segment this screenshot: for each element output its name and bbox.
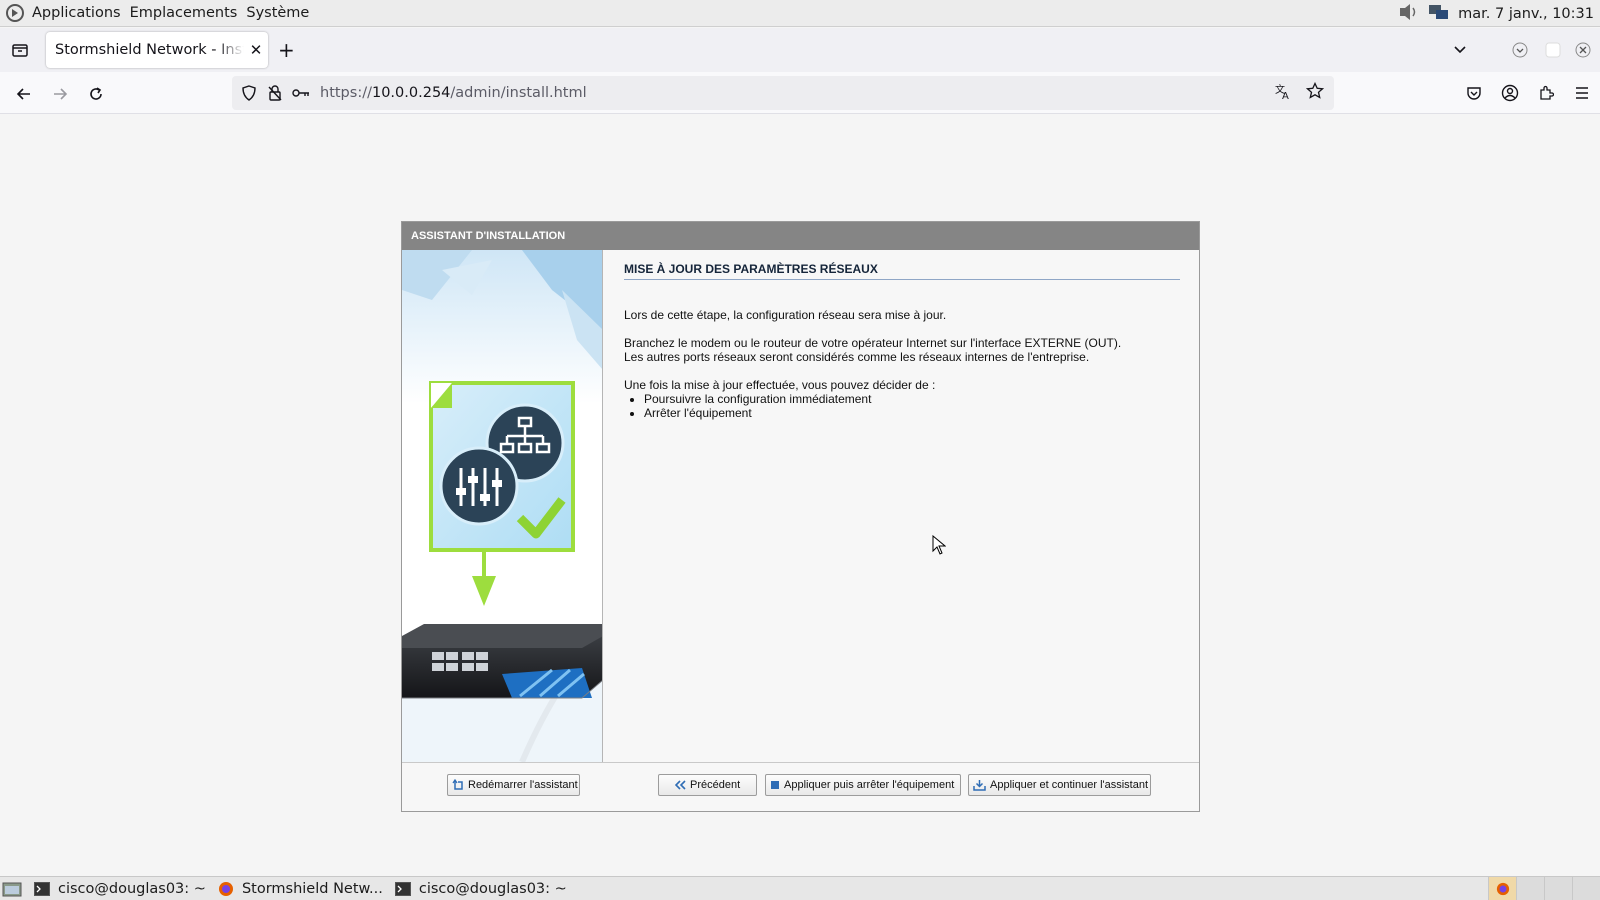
options-intro: Une fois la mise à jour effectuée, vous … <box>624 378 936 392</box>
hamburger-menu-icon[interactable] <box>1564 72 1600 114</box>
apply-and-continue-label: Appliquer et continuer l'assistant <box>990 779 1149 791</box>
intro-text: Lors de cette étape, la configuration ré… <box>624 308 947 322</box>
close-tab-icon[interactable]: ✕ <box>244 41 268 59</box>
url-path: /admin/install.html <box>450 85 587 101</box>
bottom-taskbar: cisco@douglas03: ~ Stormshield Netw... c… <box>0 876 1600 900</box>
workspace-3[interactable] <box>1544 877 1572 900</box>
workspace-1-firefox-icon[interactable] <box>1488 877 1516 900</box>
tab-title: Stormshield Network - Installation <box>55 42 244 58</box>
taskbar-item-terminal-1[interactable]: cisco@douglas03: ~ <box>28 877 212 900</box>
url-text[interactable]: https://10.0.0.254/admin/install.html <box>320 85 587 101</box>
double-chevron-left-icon <box>675 780 686 790</box>
show-desktop-icon[interactable] <box>0 877 28 900</box>
maximize-window-icon[interactable] <box>1540 42 1566 58</box>
wizard-side-illustration <box>402 250 603 762</box>
volume-icon[interactable] <box>1398 3 1420 25</box>
forward-arrow-icon[interactable] <box>46 80 74 108</box>
insecure-lock-icon[interactable] <box>262 76 288 110</box>
list-item: Poursuivre la configuration immédiatemen… <box>644 392 1179 406</box>
url-scheme: https:// <box>320 85 372 101</box>
pocket-icon[interactable] <box>1456 72 1492 114</box>
connection-instructions: Branchez le modem ou le routeur de votre… <box>624 336 1179 364</box>
debian-logo-icon[interactable] <box>4 2 26 24</box>
menu-places[interactable]: Emplacements <box>130 5 238 21</box>
taskbar-item-firefox[interactable]: Stormshield Netw... <box>212 877 389 900</box>
installation-wizard: ASSISTANT D'INSTALLATION MISE À JOUR DES… <box>401 221 1200 812</box>
terminal-icon <box>34 881 50 896</box>
taskbar-item-label: cisco@douglas03: ~ <box>418 880 567 897</box>
workspace-4[interactable] <box>1572 877 1600 900</box>
reload-icon[interactable] <box>82 80 110 108</box>
browser-tab-active[interactable]: Stormshield Network - Installation ✕ <box>46 32 268 68</box>
svg-text:A: A <box>1282 91 1289 100</box>
menu-system[interactable]: Système <box>246 5 309 21</box>
step-title: MISE À JOUR DES PARAMÈTRES RÉSEAUX <box>624 262 1180 280</box>
restart-icon <box>452 779 464 791</box>
minimize-window-icon[interactable] <box>1500 42 1540 58</box>
list-all-tabs-chevron-icon[interactable] <box>1440 45 1480 55</box>
network-icon[interactable] <box>1428 3 1450 25</box>
taskbar-item-label: Stormshield Netw... <box>241 880 383 897</box>
tracking-protection-shield-icon[interactable] <box>236 76 262 110</box>
terminal-icon <box>394 881 411 896</box>
account-icon[interactable] <box>1492 72 1528 114</box>
apply-and-stop-label: Appliquer puis arrêter l'équipement <box>784 779 955 791</box>
apply-and-stop-button[interactable]: Appliquer puis arrêter l'équipement <box>765 774 961 796</box>
taskbar-item-label: cisco@douglas03: ~ <box>58 880 206 897</box>
previous-button[interactable]: Précédent <box>658 774 757 796</box>
list-item: Arrêter l'équipement <box>644 406 1179 420</box>
connection-instructions-line-2: Les autres ports réseaux seront considér… <box>624 350 1090 364</box>
menu-applications[interactable]: Applications <box>32 5 121 21</box>
firefox-view-icon[interactable] <box>0 42 40 58</box>
new-tab-plus-icon[interactable]: + <box>278 40 295 60</box>
taskbar-item-terminal-2[interactable]: cisco@douglas03: ~ <box>389 877 573 900</box>
close-window-icon[interactable] <box>1566 42 1600 58</box>
key-icon[interactable] <box>288 76 314 110</box>
bookmark-star-icon[interactable] <box>1305 81 1325 104</box>
connection-instructions-line-1: Branchez le modem ou le routeur de votre… <box>624 336 1122 350</box>
restart-wizard-button[interactable]: Redémarrer l'assistant <box>447 774 580 796</box>
wizard-header: ASSISTANT D'INSTALLATION <box>402 222 1199 250</box>
browser-nav-bar: https://10.0.0.254/admin/install.html 文A <box>0 72 1600 114</box>
back-arrow-icon[interactable] <box>10 80 38 108</box>
options-list: Poursuivre la configuration immédiatemen… <box>644 392 1179 420</box>
workspace-2[interactable] <box>1516 877 1544 900</box>
previous-label: Précédent <box>690 779 741 791</box>
system-top-panel: Applications Emplacements Système mar. 7… <box>0 0 1600 27</box>
stop-square-icon <box>770 780 780 790</box>
extensions-puzzle-icon[interactable] <box>1528 72 1564 114</box>
url-bar[interactable]: https://10.0.0.254/admin/install.html 文A <box>232 76 1334 110</box>
mouse-cursor-icon <box>932 534 947 559</box>
translate-icon[interactable]: 文A <box>1274 82 1292 104</box>
download-apply-icon <box>973 779 986 791</box>
wizard-footer: Redémarrer l'assistant Précédent Appliqu… <box>402 762 1199 811</box>
clock[interactable]: mar. 7 janv., 10:31 <box>1458 6 1594 22</box>
url-host: 10.0.0.254 <box>371 85 451 101</box>
browser-tab-bar: Stormshield Network - Installation ✕ + <box>0 28 1600 72</box>
apply-and-continue-button[interactable]: Appliquer et continuer l'assistant <box>968 774 1151 796</box>
wizard-content: MISE À JOUR DES PARAMÈTRES RÉSEAUX Lors … <box>604 250 1199 762</box>
restart-wizard-label: Redémarrer l'assistant <box>468 779 578 791</box>
firefox-icon <box>218 881 234 897</box>
